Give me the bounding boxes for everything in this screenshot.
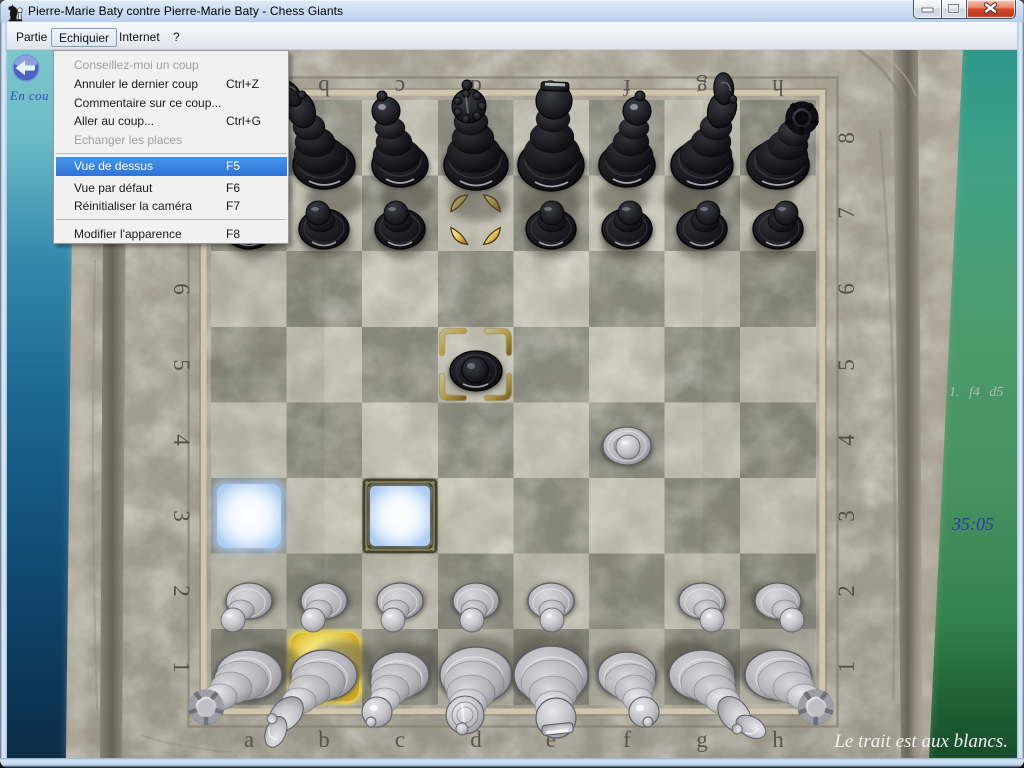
svg-text:1: 1	[834, 661, 859, 673]
svg-text:b: b	[318, 727, 330, 752]
svg-text:c: c	[395, 727, 405, 752]
svg-text:6: 6	[834, 283, 859, 295]
svg-text:2: 2	[169, 585, 194, 597]
svg-text:4: 4	[834, 434, 859, 446]
svg-text:h: h	[772, 75, 784, 100]
svg-text:1: 1	[169, 661, 194, 673]
svg-text:f: f	[623, 727, 631, 752]
svg-text:f: f	[623, 75, 631, 100]
svg-text:b: b	[318, 75, 330, 100]
svg-text:6: 6	[169, 283, 194, 295]
svg-text:En cou: En cou	[9, 88, 49, 103]
svg-text:2: 2	[834, 585, 859, 597]
svg-text:35:05: 35:05	[951, 514, 994, 534]
svg-text:3: 3	[169, 510, 194, 522]
svg-text:4: 4	[169, 434, 194, 446]
svg-text:3: 3	[834, 510, 859, 522]
svg-text:g: g	[696, 727, 708, 752]
svg-text:g: g	[696, 75, 708, 100]
svg-text:5: 5	[834, 359, 859, 371]
svg-text:7: 7	[834, 207, 859, 219]
svg-text:c: c	[395, 75, 405, 100]
svg-text:8: 8	[834, 132, 859, 144]
svg-text:Le trait est aux blancs.: Le trait est aux blancs.	[833, 731, 1008, 752]
svg-text:a: a	[244, 727, 254, 752]
svg-text:1. f4 d5: 1. f4 d5	[949, 385, 1003, 400]
svg-text:h: h	[772, 727, 784, 752]
svg-text:5: 5	[169, 359, 194, 371]
